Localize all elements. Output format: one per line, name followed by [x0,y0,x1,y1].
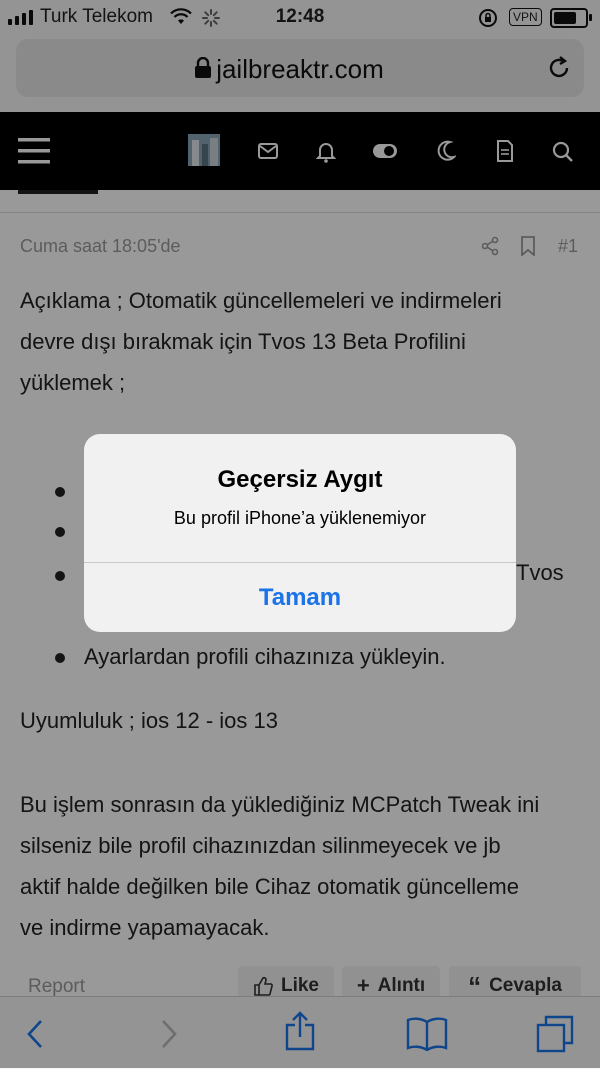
alert-dialog: Geçersiz Aygıt Bu profil iPhone’a yüklen… [84,434,516,632]
alert-title: Geçersiz Aygıt [217,466,383,493]
ok-button[interactable]: Tamam [84,563,516,632]
alert-message: Bu profil iPhone’a yüklenemiyor [173,508,427,528]
